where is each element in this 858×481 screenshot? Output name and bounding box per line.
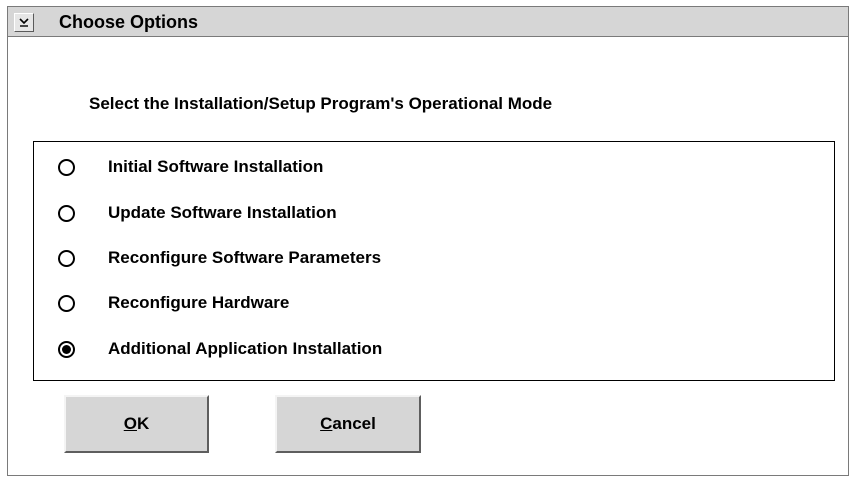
cancel-button[interactable]: Cancel — [275, 395, 421, 453]
option-additional-application-installation[interactable]: Additional Application Installation — [58, 336, 382, 362]
radio-button[interactable] — [58, 204, 75, 222]
option-reconfigure-software-parameters[interactable]: Reconfigure Software Parameters — [58, 245, 381, 271]
choose-options-dialog: Choose Options Select the Installation/S… — [7, 6, 849, 476]
radio-button[interactable] — [58, 294, 75, 312]
ok-button-label: OK — [123, 414, 150, 433]
system-menu-button[interactable] — [14, 13, 34, 32]
radio-button[interactable] — [58, 158, 75, 176]
option-initial-software-installation[interactable]: Initial Software Installation — [58, 154, 323, 180]
option-update-software-installation[interactable]: Update Software Installation — [58, 200, 337, 226]
radio-button[interactable] — [58, 340, 75, 358]
window-title: Choose Options — [59, 12, 198, 32]
option-label: Reconfigure Software Parameters — [108, 248, 382, 267]
radio-button[interactable] — [58, 249, 75, 267]
title-bar: Choose Options — [8, 7, 848, 37]
option-reconfigure-hardware[interactable]: Reconfigure Hardware — [58, 290, 289, 316]
mode-options-group: Initial Software Installation Update Sof… — [33, 141, 835, 381]
ok-button[interactable]: OK — [64, 395, 209, 453]
instruction-heading: Select the Installation/Setup Program's … — [89, 94, 553, 113]
option-label: Update Software Installation — [108, 203, 337, 222]
option-label: Reconfigure Hardware — [108, 293, 290, 312]
option-label: Initial Software Installation — [108, 157, 324, 176]
cancel-button-label: Cancel — [320, 414, 376, 433]
option-label: Additional Application Installation — [108, 339, 383, 358]
chevron-down-icon — [19, 18, 29, 27]
